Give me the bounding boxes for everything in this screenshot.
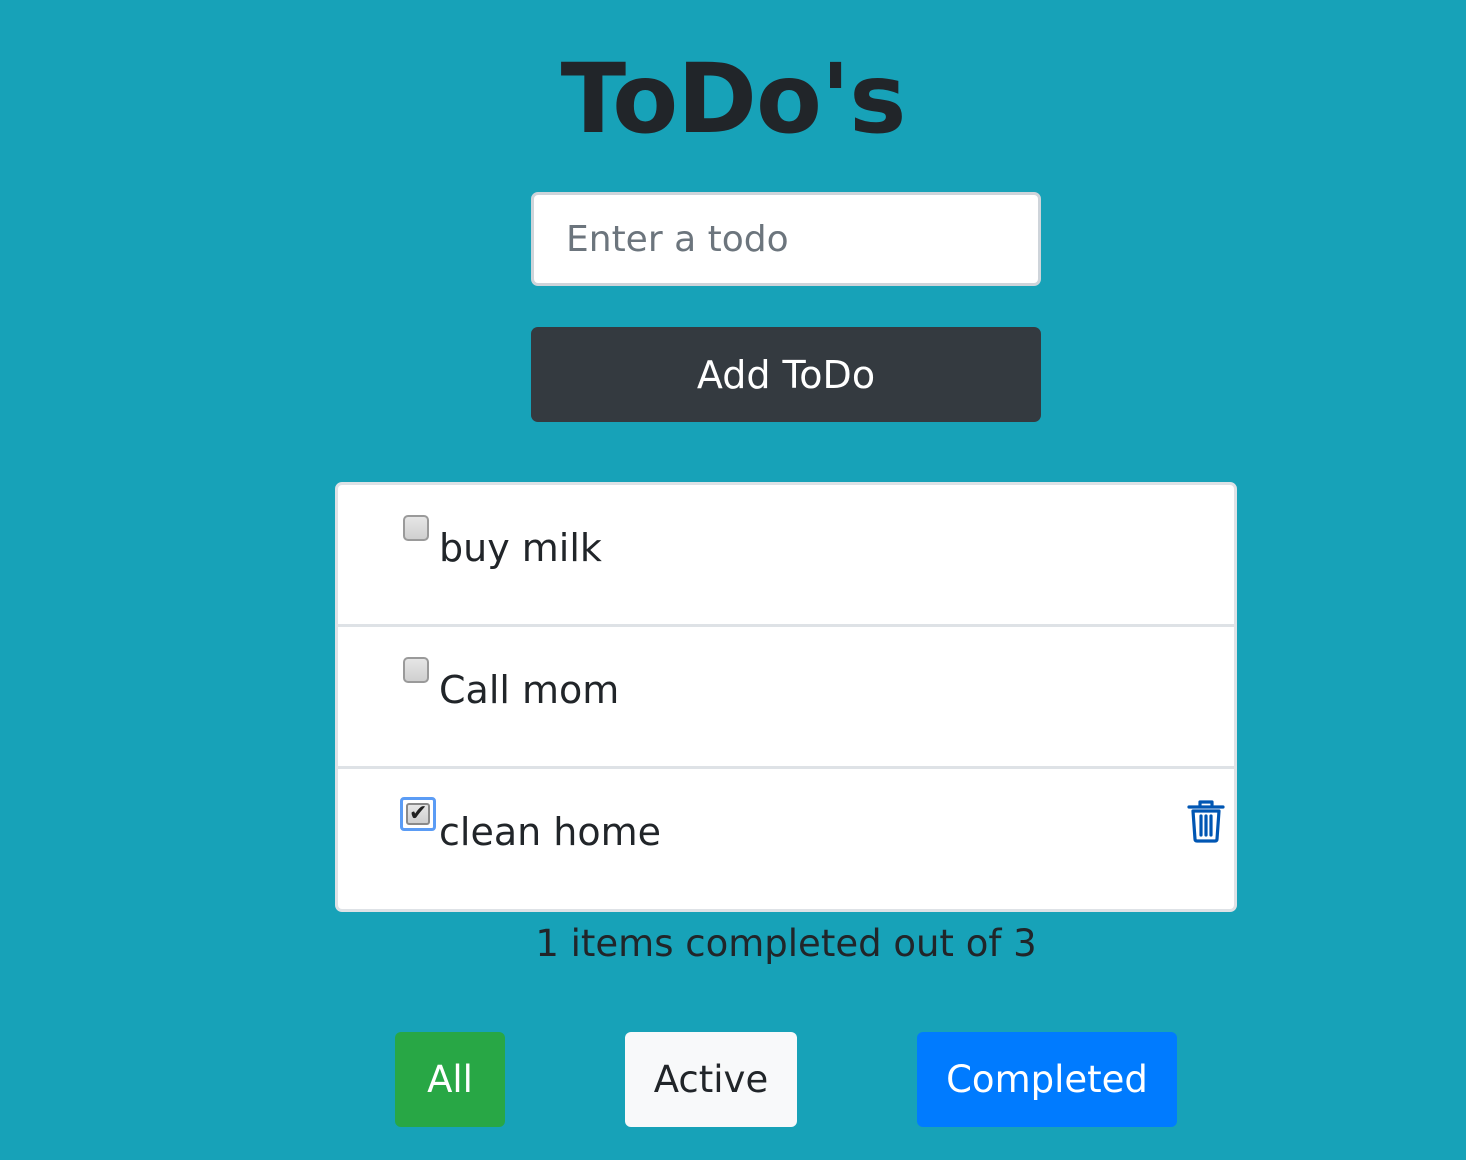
completion-status: 1 items completed out of 3 [535, 922, 1037, 965]
todo-text: Call mom [439, 668, 620, 712]
todo-text: clean home [439, 810, 662, 854]
todo-checkbox-call-mom[interactable] [403, 657, 429, 683]
checkbox-inner: ✔ [406, 801, 430, 826]
filter-active-button[interactable]: Active [625, 1032, 797, 1127]
trash-icon [1187, 800, 1225, 843]
todo-list: buy milk Call mom ✔ clean home [335, 482, 1237, 912]
delete-todo-button[interactable] [1186, 799, 1226, 843]
add-todo-button[interactable]: Add ToDo [531, 327, 1041, 422]
todo-text: buy milk [439, 526, 602, 570]
checkmark-icon: ✔ [409, 801, 428, 826]
todo-item-clean-home: ✔ clean home [338, 769, 1234, 909]
todo-item-buy-milk: buy milk [338, 485, 1234, 627]
filter-completed-button[interactable]: Completed [917, 1032, 1177, 1127]
todo-checkbox-clean-home[interactable]: ✔ [400, 797, 436, 831]
todo-checkbox-buy-milk[interactable] [403, 515, 429, 541]
todo-input[interactable] [531, 192, 1041, 286]
page-title: ToDo's [560, 43, 907, 155]
filter-all-button[interactable]: All [395, 1032, 505, 1127]
todo-item-call-mom: Call mom [338, 627, 1234, 769]
